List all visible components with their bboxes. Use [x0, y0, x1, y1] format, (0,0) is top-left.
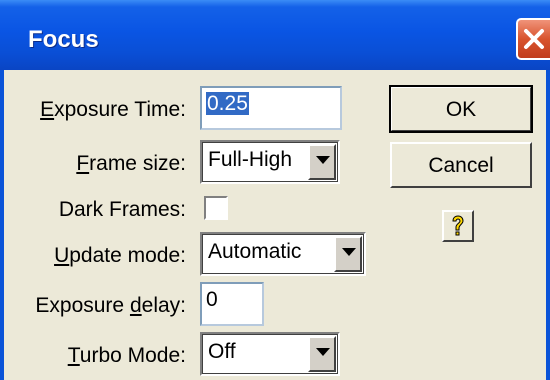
turbo-mode-select[interactable]: Off [200, 332, 340, 376]
help-button[interactable] [442, 210, 474, 242]
update-mode-label: Update mode: [54, 244, 186, 267]
title-bar[interactable]: Focus [0, 0, 550, 70]
turbo-mode-dropdown-button[interactable] [308, 336, 336, 372]
cancel-button-label: Cancel [428, 154, 494, 177]
exposure-time-input[interactable]: 0.25 [200, 86, 342, 130]
frame-size-label: Frame size: [76, 152, 186, 175]
frame-size-value: Full-High [208, 148, 293, 171]
exposure-time-value: 0.25 [206, 92, 249, 115]
turbo-mode-value: Off [208, 340, 236, 363]
exposure-delay-value: 0 [206, 288, 218, 311]
close-button[interactable] [516, 18, 550, 60]
ok-button[interactable]: OK [389, 85, 533, 133]
exposure-delay-label: Exposure delay: [35, 294, 186, 317]
dark-frames-label: Dark Frames: [58, 198, 186, 221]
ok-button-label: OK [445, 98, 477, 121]
update-mode-select[interactable]: Automatic [200, 232, 366, 276]
frame-size-select[interactable]: Full-High [200, 140, 340, 184]
dark-frames-checkbox[interactable] [204, 196, 228, 220]
cancel-button[interactable]: Cancel [390, 142, 532, 188]
window-title: Focus [28, 26, 99, 53]
focus-dialog: Focus Exposure Time: 0.25 Frame size: Fu… [0, 0, 550, 380]
update-mode-dropdown-button[interactable] [334, 236, 362, 272]
exposure-delay-input[interactable]: 0 [200, 282, 264, 326]
frame-size-dropdown-button[interactable] [308, 144, 336, 180]
exposure-time-label: Exposure Time: [40, 98, 186, 121]
update-mode-value: Automatic [208, 240, 302, 263]
turbo-mode-label: Turbo Mode: [67, 344, 186, 367]
